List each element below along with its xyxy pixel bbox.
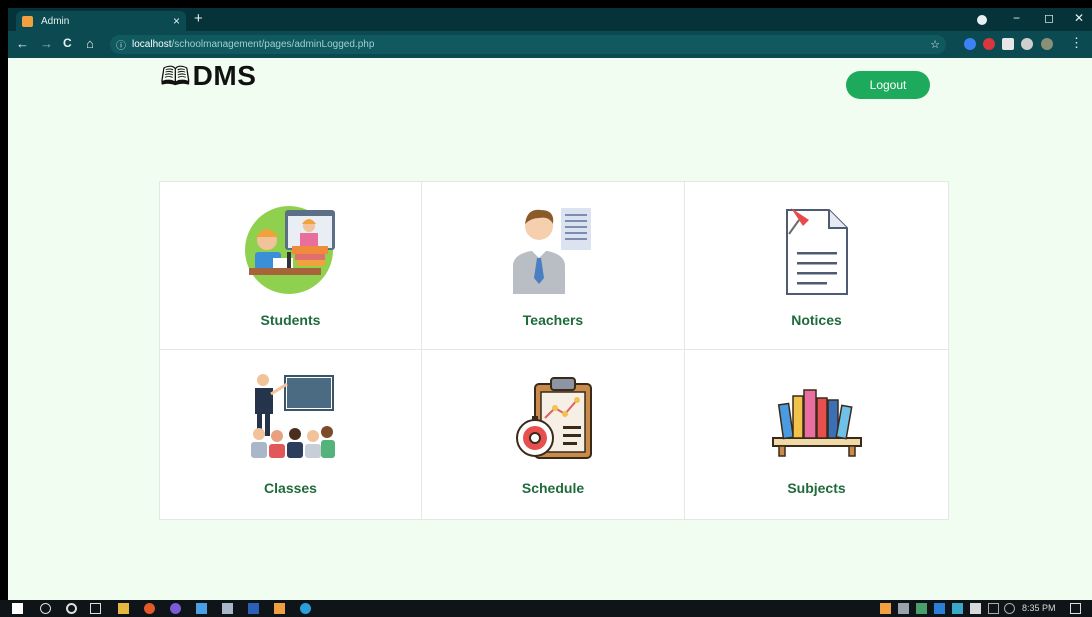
tray-app-icon[interactable] bbox=[898, 603, 909, 614]
browser-window: Admin × + − ◻ ✕ ← → C ⌂ ⓘ localhost/scho… bbox=[8, 8, 1092, 600]
task-view-icon[interactable] bbox=[90, 603, 101, 614]
home-button[interactable]: ⌂ bbox=[86, 36, 94, 51]
os-taskbar: 8:35 PM bbox=[0, 600, 1092, 617]
cortana-icon[interactable] bbox=[66, 603, 77, 614]
forward-button[interactable]: → bbox=[40, 36, 53, 51]
profile-icon[interactable] bbox=[977, 15, 987, 25]
dashboard-grid: Students Teachers Notices Classes Schedu… bbox=[159, 181, 949, 520]
word-icon[interactable] bbox=[248, 603, 259, 614]
file-explorer-icon[interactable] bbox=[118, 603, 129, 614]
tab-title: Admin bbox=[41, 15, 70, 27]
tab-close-icon[interactable]: × bbox=[173, 14, 180, 28]
book-icon: 🕮 bbox=[160, 61, 191, 91]
card-students[interactable]: Students bbox=[160, 182, 422, 350]
browser-tab[interactable]: Admin × bbox=[16, 11, 186, 31]
chrome-icon[interactable] bbox=[144, 603, 155, 614]
clock[interactable]: 8:35 PM bbox=[1022, 603, 1056, 613]
schedule-icon bbox=[516, 377, 592, 459]
new-tab-button[interactable]: + bbox=[194, 10, 203, 27]
extensions-puzzle-icon[interactable] bbox=[1021, 38, 1033, 50]
card-classes[interactable]: Classes bbox=[160, 350, 422, 519]
card-teachers[interactable]: Teachers bbox=[422, 182, 685, 350]
classroom-icon bbox=[250, 374, 335, 458]
start-button-icon[interactable] bbox=[12, 603, 23, 614]
extension-di-icon[interactable] bbox=[1002, 38, 1014, 50]
card-label: Teachers bbox=[522, 312, 584, 328]
tab-strip: Admin × + − ◻ ✕ bbox=[8, 8, 1092, 31]
card-subjects[interactable]: Subjects bbox=[685, 350, 948, 519]
books-icon bbox=[771, 389, 862, 457]
site-info-icon[interactable]: ⓘ bbox=[116, 37, 126, 52]
reload-button[interactable]: C bbox=[63, 36, 72, 50]
search-icon[interactable] bbox=[40, 603, 51, 614]
tray-app-icon[interactable] bbox=[934, 603, 945, 614]
messenger-icon[interactable] bbox=[170, 603, 181, 614]
logout-button[interactable]: Logout bbox=[846, 71, 930, 99]
card-label: Subjects bbox=[787, 480, 846, 496]
url-text: localhost/schoolmanagement/pages/adminLo… bbox=[132, 39, 374, 50]
card-label: Students bbox=[260, 312, 321, 328]
logo-text: DMS bbox=[192, 60, 257, 91]
tray-app-icon[interactable] bbox=[952, 603, 963, 614]
back-button[interactable]: ← bbox=[16, 36, 29, 51]
app-icon[interactable] bbox=[196, 603, 207, 614]
extension-audio-icon[interactable] bbox=[964, 38, 976, 50]
close-window-button[interactable]: ✕ bbox=[1074, 11, 1084, 25]
extension-adblock-icon[interactable] bbox=[983, 38, 995, 50]
edge-icon[interactable] bbox=[300, 603, 311, 614]
menu-kebab-icon[interactable]: ⋮ bbox=[1070, 35, 1083, 51]
bookmark-star-icon[interactable]: ☆ bbox=[930, 38, 940, 51]
address-bar: ← → C ⌂ ⓘ localhost/schoolmanagement/pag… bbox=[8, 31, 1092, 58]
notice-icon bbox=[785, 208, 848, 295]
restore-button[interactable]: ◻ bbox=[1044, 11, 1054, 25]
tray-xampp-icon[interactable] bbox=[880, 603, 891, 614]
favicon-icon bbox=[22, 15, 33, 27]
xampp-icon[interactable] bbox=[274, 603, 285, 614]
students-icon bbox=[244, 206, 335, 294]
minimize-button[interactable]: − bbox=[1013, 11, 1020, 25]
tray-app-icon[interactable] bbox=[916, 603, 927, 614]
card-schedule[interactable]: Schedule bbox=[422, 350, 685, 519]
card-label: Classes bbox=[264, 480, 317, 496]
calculator-icon[interactable] bbox=[222, 603, 233, 614]
url-host: localhost bbox=[132, 39, 172, 50]
card-label: Notices bbox=[791, 312, 842, 328]
user-avatar-icon[interactable] bbox=[1041, 38, 1053, 50]
battery-icon[interactable] bbox=[970, 603, 981, 614]
url-field[interactable]: ⓘ localhost/schoolmanagement/pages/admin… bbox=[110, 35, 946, 54]
card-label: Schedule bbox=[521, 480, 585, 496]
site-logo[interactable]: 🕮 DMS bbox=[160, 60, 256, 92]
url-path: /schoolmanagement/pages/adminLogged.php bbox=[171, 39, 375, 50]
card-notices[interactable]: Notices bbox=[685, 182, 948, 350]
volume-icon[interactable] bbox=[1004, 603, 1015, 614]
wifi-icon[interactable] bbox=[988, 603, 999, 614]
notifications-icon[interactable] bbox=[1070, 603, 1081, 614]
teacher-icon bbox=[513, 208, 591, 294]
